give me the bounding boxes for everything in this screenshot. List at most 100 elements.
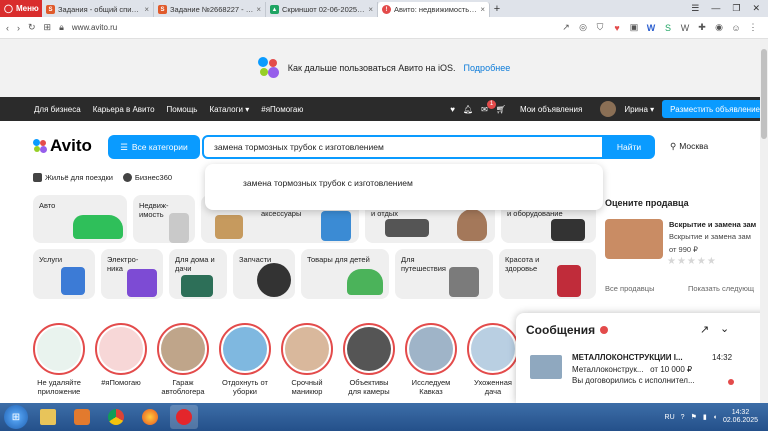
forward-icon[interactable]: › bbox=[17, 23, 20, 33]
puzzle-icon[interactable]: ✚ bbox=[697, 22, 707, 33]
camera-icon[interactable]: ◎ bbox=[578, 22, 588, 33]
skype-icon[interactable]: S bbox=[663, 23, 673, 33]
help-icon[interactable]: ? bbox=[681, 414, 685, 421]
scrollbar-thumb[interactable] bbox=[761, 49, 767, 139]
chat-thumbnail bbox=[530, 355, 562, 379]
minimize-icon[interactable]: — bbox=[711, 3, 720, 14]
maximize-icon[interactable]: ❐ bbox=[732, 3, 740, 14]
story-item[interactable]: Гараж автоблогера bbox=[157, 323, 209, 396]
all-sellers-link[interactable]: Все продавцы bbox=[605, 284, 654, 293]
city-selector[interactable]: ⚲ Москва bbox=[670, 141, 708, 152]
search-input[interactable]: замена тормозных трубок с изготовлением bbox=[202, 135, 604, 159]
category-realty[interactable]: Недвиж-имость bbox=[133, 195, 195, 243]
rating-stars[interactable]: ★★★★★ bbox=[667, 256, 717, 267]
seller-title[interactable]: Вскрытие и замена зам bbox=[669, 220, 756, 229]
story-item[interactable]: Объективы для камеры bbox=[343, 323, 395, 396]
taskbar-opera[interactable] bbox=[170, 405, 198, 429]
avito-icon: ! bbox=[382, 5, 391, 14]
avatar[interactable] bbox=[600, 101, 617, 117]
close-icon[interactable]: × bbox=[144, 5, 149, 14]
all-categories-button[interactable]: ☰ Все категории bbox=[108, 135, 200, 159]
word-icon[interactable]: W bbox=[646, 23, 656, 33]
category-home[interactable]: Для дома и дачи bbox=[169, 249, 227, 299]
story-image bbox=[409, 327, 453, 371]
more-icon[interactable]: ⋮ bbox=[748, 22, 758, 33]
start-button[interactable]: ⊞ bbox=[4, 405, 28, 429]
category-electronics-2[interactable]: Электро-ника bbox=[101, 249, 163, 299]
category-travel[interactable]: Для путешествия bbox=[395, 249, 493, 299]
w-extension-icon[interactable]: W bbox=[680, 23, 690, 33]
media-player-icon bbox=[74, 409, 90, 425]
new-tab-button[interactable]: + bbox=[490, 3, 504, 15]
post-ad-button[interactable]: Разместить объявление bbox=[662, 100, 768, 118]
ios-banner: Как дальше пользоваться Авито на iOS. По… bbox=[0, 39, 768, 97]
close-icon[interactable]: × bbox=[368, 5, 373, 14]
counter-icon[interactable]: ◉ bbox=[714, 22, 724, 33]
volume-icon[interactable]: ◖ bbox=[713, 414, 717, 421]
box-icon[interactable]: ▣ bbox=[629, 22, 639, 33]
shield-icon[interactable]: ⛉ bbox=[595, 22, 605, 33]
nav-career[interactable]: Карьера в Авито bbox=[93, 105, 155, 114]
open-external-icon[interactable]: ↗ bbox=[700, 323, 709, 336]
avito-logo[interactable]: Avito bbox=[33, 136, 92, 156]
category-label: Услуги bbox=[39, 255, 63, 264]
quick-link-business360[interactable]: Бизнес360 bbox=[122, 173, 172, 182]
tab-3[interactable]: ▲ Скриншот 02-06-2025 130... × bbox=[266, 2, 378, 17]
taskbar-explorer[interactable] bbox=[34, 405, 62, 429]
favorites-icon[interactable]: ♥ bbox=[450, 105, 455, 114]
heart-icon[interactable]: ♥ bbox=[612, 23, 622, 33]
tab-4-active[interactable]: ! Авито: недвижимость, тра... × bbox=[378, 2, 490, 17]
story-item[interactable]: Не удаляйте приложение bbox=[33, 323, 85, 396]
profile-icon[interactable]: ☺ bbox=[731, 23, 741, 33]
story-item[interactable]: Срочный маникюр bbox=[281, 323, 333, 396]
tab-1[interactable]: S Задания - общий список ... × bbox=[42, 2, 154, 17]
story-item[interactable]: Отдохнуть от уборки bbox=[219, 323, 271, 396]
find-button[interactable]: Найти bbox=[603, 135, 655, 159]
taskbar-chrome[interactable] bbox=[102, 405, 130, 429]
nav-catalogs[interactable]: Каталоги ▾ bbox=[209, 105, 249, 114]
chat-list-item[interactable]: МЕТАЛЛОКОНСТРУКЦИИ І... 14:32 Металлокон… bbox=[526, 351, 756, 397]
browser-menu-button[interactable]: ◯ Меню bbox=[0, 0, 42, 17]
share-icon[interactable]: ↗ bbox=[561, 22, 571, 33]
back-icon[interactable]: ‹ bbox=[6, 23, 9, 33]
banner-more-link[interactable]: Подробнее bbox=[464, 63, 511, 73]
flag-icon[interactable]: ⚑ bbox=[691, 413, 697, 421]
close-icon[interactable]: × bbox=[256, 5, 261, 14]
story-image bbox=[285, 327, 329, 371]
category-parts[interactable]: Запчасти bbox=[233, 249, 295, 299]
url-field[interactable]: www.avito.ru bbox=[72, 23, 117, 32]
bell-icon[interactable]: 🔔︎ bbox=[463, 105, 473, 114]
quick-link-housing[interactable]: Жильё для поездки bbox=[33, 173, 113, 182]
search-suggestion[interactable]: замена тормозных трубок с изготовлением bbox=[205, 164, 603, 210]
clock[interactable]: 14:32 02.06.2025 bbox=[723, 409, 758, 426]
taskbar-media[interactable] bbox=[68, 405, 96, 429]
nav-help[interactable]: Помощь bbox=[167, 105, 198, 114]
tab-search-icon[interactable]: ☰ bbox=[691, 3, 699, 14]
page-scrollbar[interactable] bbox=[760, 39, 768, 403]
network-icon[interactable]: ▮ bbox=[703, 413, 707, 421]
show-next-link[interactable]: Показать следующ bbox=[688, 284, 754, 293]
language-indicator[interactable]: RU bbox=[665, 414, 675, 421]
avito-app-logo bbox=[257, 57, 280, 79]
nav-help-campaign[interactable]: #яПомогаю bbox=[261, 105, 303, 114]
category-services[interactable]: Услуги bbox=[33, 249, 95, 299]
cart-icon[interactable]: 🛒︎ bbox=[496, 105, 506, 114]
chevron-down-icon[interactable]: ⌄ bbox=[720, 322, 729, 335]
reload-icon[interactable]: ↻ bbox=[28, 22, 36, 33]
seller-image[interactable] bbox=[605, 219, 663, 259]
taskbar-firefox[interactable] bbox=[136, 405, 164, 429]
user-menu[interactable]: Ирина ▾ bbox=[624, 105, 654, 114]
story-item[interactable]: Исследуем Кавказ bbox=[405, 323, 457, 396]
tab-2[interactable]: S Задание №2668227 - про... × bbox=[154, 2, 266, 17]
story-item[interactable]: #яПомогаю bbox=[95, 323, 147, 388]
chat-icon[interactable]: ✉ 1 bbox=[481, 99, 497, 114]
category-kids[interactable]: Товары для детей bbox=[301, 249, 389, 299]
close-window-icon[interactable]: ✕ bbox=[752, 3, 760, 14]
tabs-grid-icon[interactable]: ⊞ bbox=[44, 22, 52, 33]
close-icon[interactable]: × bbox=[480, 5, 485, 14]
category-beauty[interactable]: Красота и здоровье bbox=[499, 249, 596, 299]
category-auto[interactable]: Авто bbox=[33, 195, 127, 243]
my-ads-link[interactable]: Мои объявления bbox=[520, 105, 582, 114]
story-item[interactable]: Ухоженная дача bbox=[467, 323, 519, 396]
nav-business[interactable]: Для бизнеса bbox=[34, 105, 81, 114]
